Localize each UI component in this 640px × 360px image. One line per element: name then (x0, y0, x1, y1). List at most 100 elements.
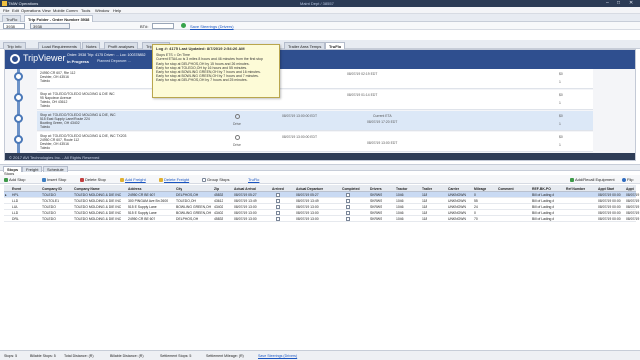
cell-city[interactable]: BOWLING GREEN,OH (176, 211, 211, 215)
cell-actual-departure[interactable]: 08/07/19 13:00 (296, 217, 319, 221)
cell-appt-start[interactable]: 08/07/19 00:00 (598, 205, 621, 209)
add-stop-button[interactable]: Add Stop (2, 176, 27, 183)
tab-trip-info[interactable]: Trip Info (3, 42, 26, 49)
cell-mileage[interactable]: 24 (474, 205, 478, 209)
cell-trailer[interactable]: 118 (422, 205, 427, 209)
cell-trailer[interactable]: 118 (422, 199, 427, 203)
cell-address[interactable]: 24950 CR BE 607 (128, 193, 155, 197)
group-stops-checkbox[interactable] (202, 177, 206, 182)
cell-city[interactable]: DELPHOS,OH (176, 217, 198, 221)
delete-stop-button[interactable]: Delete Stop (78, 176, 108, 183)
order-number-field[interactable]: 3938 (30, 23, 70, 29)
cell-company-name[interactable]: TOLEDO MOLDING & DIE INC (74, 217, 121, 221)
cell-actual-departure[interactable]: 08/07/19 05:27 (296, 193, 319, 197)
cell-trailer[interactable]: 118 (422, 217, 427, 221)
table-row[interactable]: DRL TOLEDO TOLEDO MOLDING & DIE INC 24950 C… (4, 216, 640, 222)
cell-mileage[interactable]: 55 (474, 199, 478, 203)
cell-event[interactable]: LUL (12, 205, 18, 209)
cell-city[interactable]: TOLEDO,OH (176, 199, 196, 203)
cell-company-name[interactable]: TOLEDO MOLDING & DIE INC (74, 199, 121, 203)
tab-truflo[interactable]: TruFlo (325, 42, 346, 49)
col-drivers[interactable]: Drivers (370, 187, 382, 191)
tab-profit-analyses[interactable]: Profit analyses (104, 42, 139, 49)
cell-mileage[interactable]: 70 (474, 217, 478, 221)
cell-city[interactable]: BOWLING GREEN,OH (176, 205, 211, 209)
completed-checkbox[interactable] (346, 211, 350, 215)
cell-ref-bk-po[interactable]: Bill of Lading # (532, 217, 554, 221)
order-lookup-input[interactable]: 3938 (3, 23, 25, 29)
cell-actual-departure[interactable]: 08/07/19 13:00 (296, 211, 319, 215)
cell-carrier[interactable]: UNKNOWN (448, 205, 466, 209)
cell-company-id[interactable]: TOLEDO (42, 217, 56, 221)
cell-tractor[interactable]: 1046 (396, 211, 404, 215)
cell-appt[interactable]: 08/07/19 2 (626, 211, 640, 215)
save-steerings-link[interactable]: Save Steerings (Drivers) (190, 24, 234, 29)
cell-actual-arrival[interactable]: 08/07/19 13:49 (234, 199, 257, 203)
cell-appt[interactable]: 08/07/19 2 (626, 217, 640, 221)
cell-appt-start[interactable]: 08/07/19 00:00 (598, 199, 621, 203)
cell-company-id[interactable]: TOLTOLE1 (42, 199, 59, 203)
menu-help[interactable]: Help (113, 8, 121, 13)
cell-ref-bk-po[interactable]: Bill of Lading # (532, 211, 554, 215)
stop-row-1[interactable]: 24950 CR 607, Rte 112 Deshler, OH 43516 … (37, 69, 593, 89)
menu-operations[interactable]: Operations (21, 8, 41, 13)
close-button[interactable]: ✕ (629, 1, 633, 6)
cell-actual-departure[interactable]: 08/07/19 13:49 (296, 199, 319, 203)
cell-drivers[interactable]: SKRWS (370, 199, 382, 203)
cell-address[interactable]: 24950 CR BE 607 (128, 217, 155, 221)
cell-drivers[interactable]: SKRWS (370, 205, 382, 209)
cell-drivers[interactable]: SKRWS (370, 211, 382, 215)
refresh-icon[interactable] (181, 23, 186, 28)
cell-company-id[interactable]: TOLEDO (42, 193, 56, 197)
cell-zip[interactable]: 45833 (214, 193, 223, 197)
cell-event[interactable]: LLD (12, 199, 18, 203)
cell-zip[interactable]: 43402 (214, 211, 223, 215)
cell-address[interactable]: 515 E Supply Lane (128, 205, 157, 209)
insert-stop-button[interactable]: Insert Stop (40, 176, 68, 183)
cell-city[interactable]: DELPHOS,OH (176, 193, 198, 197)
cell-company-id[interactable]: TOLEDO (42, 205, 56, 209)
cell-actual-arrival[interactable]: 08/07/19 13:00 (234, 211, 257, 215)
tab-notes[interactable]: Notes (82, 42, 101, 49)
cell-event[interactable]: HPL (12, 193, 19, 197)
stop-row-2[interactable]: Stop at: TOLEDO/TOLEDO MOLDING & DIE INC… (37, 90, 593, 110)
completed-checkbox[interactable] (346, 193, 350, 197)
cell-tractor[interactable]: 1046 (396, 205, 404, 209)
cell-appt[interactable]: 08/07/19 2 (626, 193, 640, 197)
cell-zip[interactable]: 43402 (214, 205, 223, 209)
col-completed[interactable]: Completed (342, 187, 360, 191)
cell-appt-start[interactable]: 08/07/19 00:00 (598, 193, 621, 197)
add-freight-button[interactable]: Add Freight (118, 176, 148, 183)
cell-actual-arrival[interactable]: 08/07/19 13:00 (234, 217, 257, 221)
group-stops-toggle[interactable]: Group Stops (200, 176, 231, 183)
completed-checkbox[interactable] (346, 217, 350, 221)
tab-trailer-area-temps[interactable]: Trailer Area Temps (284, 42, 326, 49)
stop-row-3[interactable]: Stop at: TOLEDO/TOLEDO MOLDING & DIE, IN… (37, 111, 593, 131)
cell-address[interactable]: 300 PINGAM Ave Bn 2600 (128, 199, 168, 203)
col-ref-number[interactable]: Ref Number (566, 187, 585, 191)
cell-mileage[interactable]: 0 (474, 211, 476, 215)
maximize-button[interactable]: □ (617, 1, 620, 6)
col-ref-bk-po[interactable]: REF-BK-PO (532, 187, 551, 191)
cell-appt-start[interactable]: 08/07/19 00:00 (598, 217, 621, 221)
cell-tractor[interactable]: 1046 (396, 217, 404, 221)
col-mileage[interactable]: Mileage (474, 187, 486, 191)
col-carrier[interactable]: Carrier (448, 187, 459, 191)
col-actual-arrival[interactable]: Actual Arrival (234, 187, 256, 191)
cell-company-name[interactable]: TOLEDO MOLDING & DIE INC (74, 211, 121, 215)
cell-drivers[interactable]: SKRWS (370, 217, 382, 221)
status-save-link[interactable]: Save Steerings (Drivers) (258, 354, 297, 358)
col-city[interactable]: City (176, 187, 182, 191)
col-event[interactable]: Event (12, 187, 21, 191)
cell-zip[interactable]: 43612 (214, 199, 223, 203)
arrived-checkbox[interactable] (276, 211, 280, 215)
cell-company-id[interactable]: TOLEDO (42, 211, 56, 215)
cell-tractor[interactable]: 1046 (396, 193, 404, 197)
col-address[interactable]: Address (128, 187, 142, 191)
cell-appt-start[interactable]: 08/07/19 00:00 (598, 211, 621, 215)
cell-trailer[interactable]: 118 (422, 211, 427, 215)
bt-input[interactable] (152, 23, 174, 29)
doc-tab-truflo[interactable]: TruFlo (2, 15, 22, 22)
cell-drivers[interactable]: SKRWS (370, 193, 382, 197)
tab-load-requirements[interactable]: Load Requirements (38, 42, 81, 49)
